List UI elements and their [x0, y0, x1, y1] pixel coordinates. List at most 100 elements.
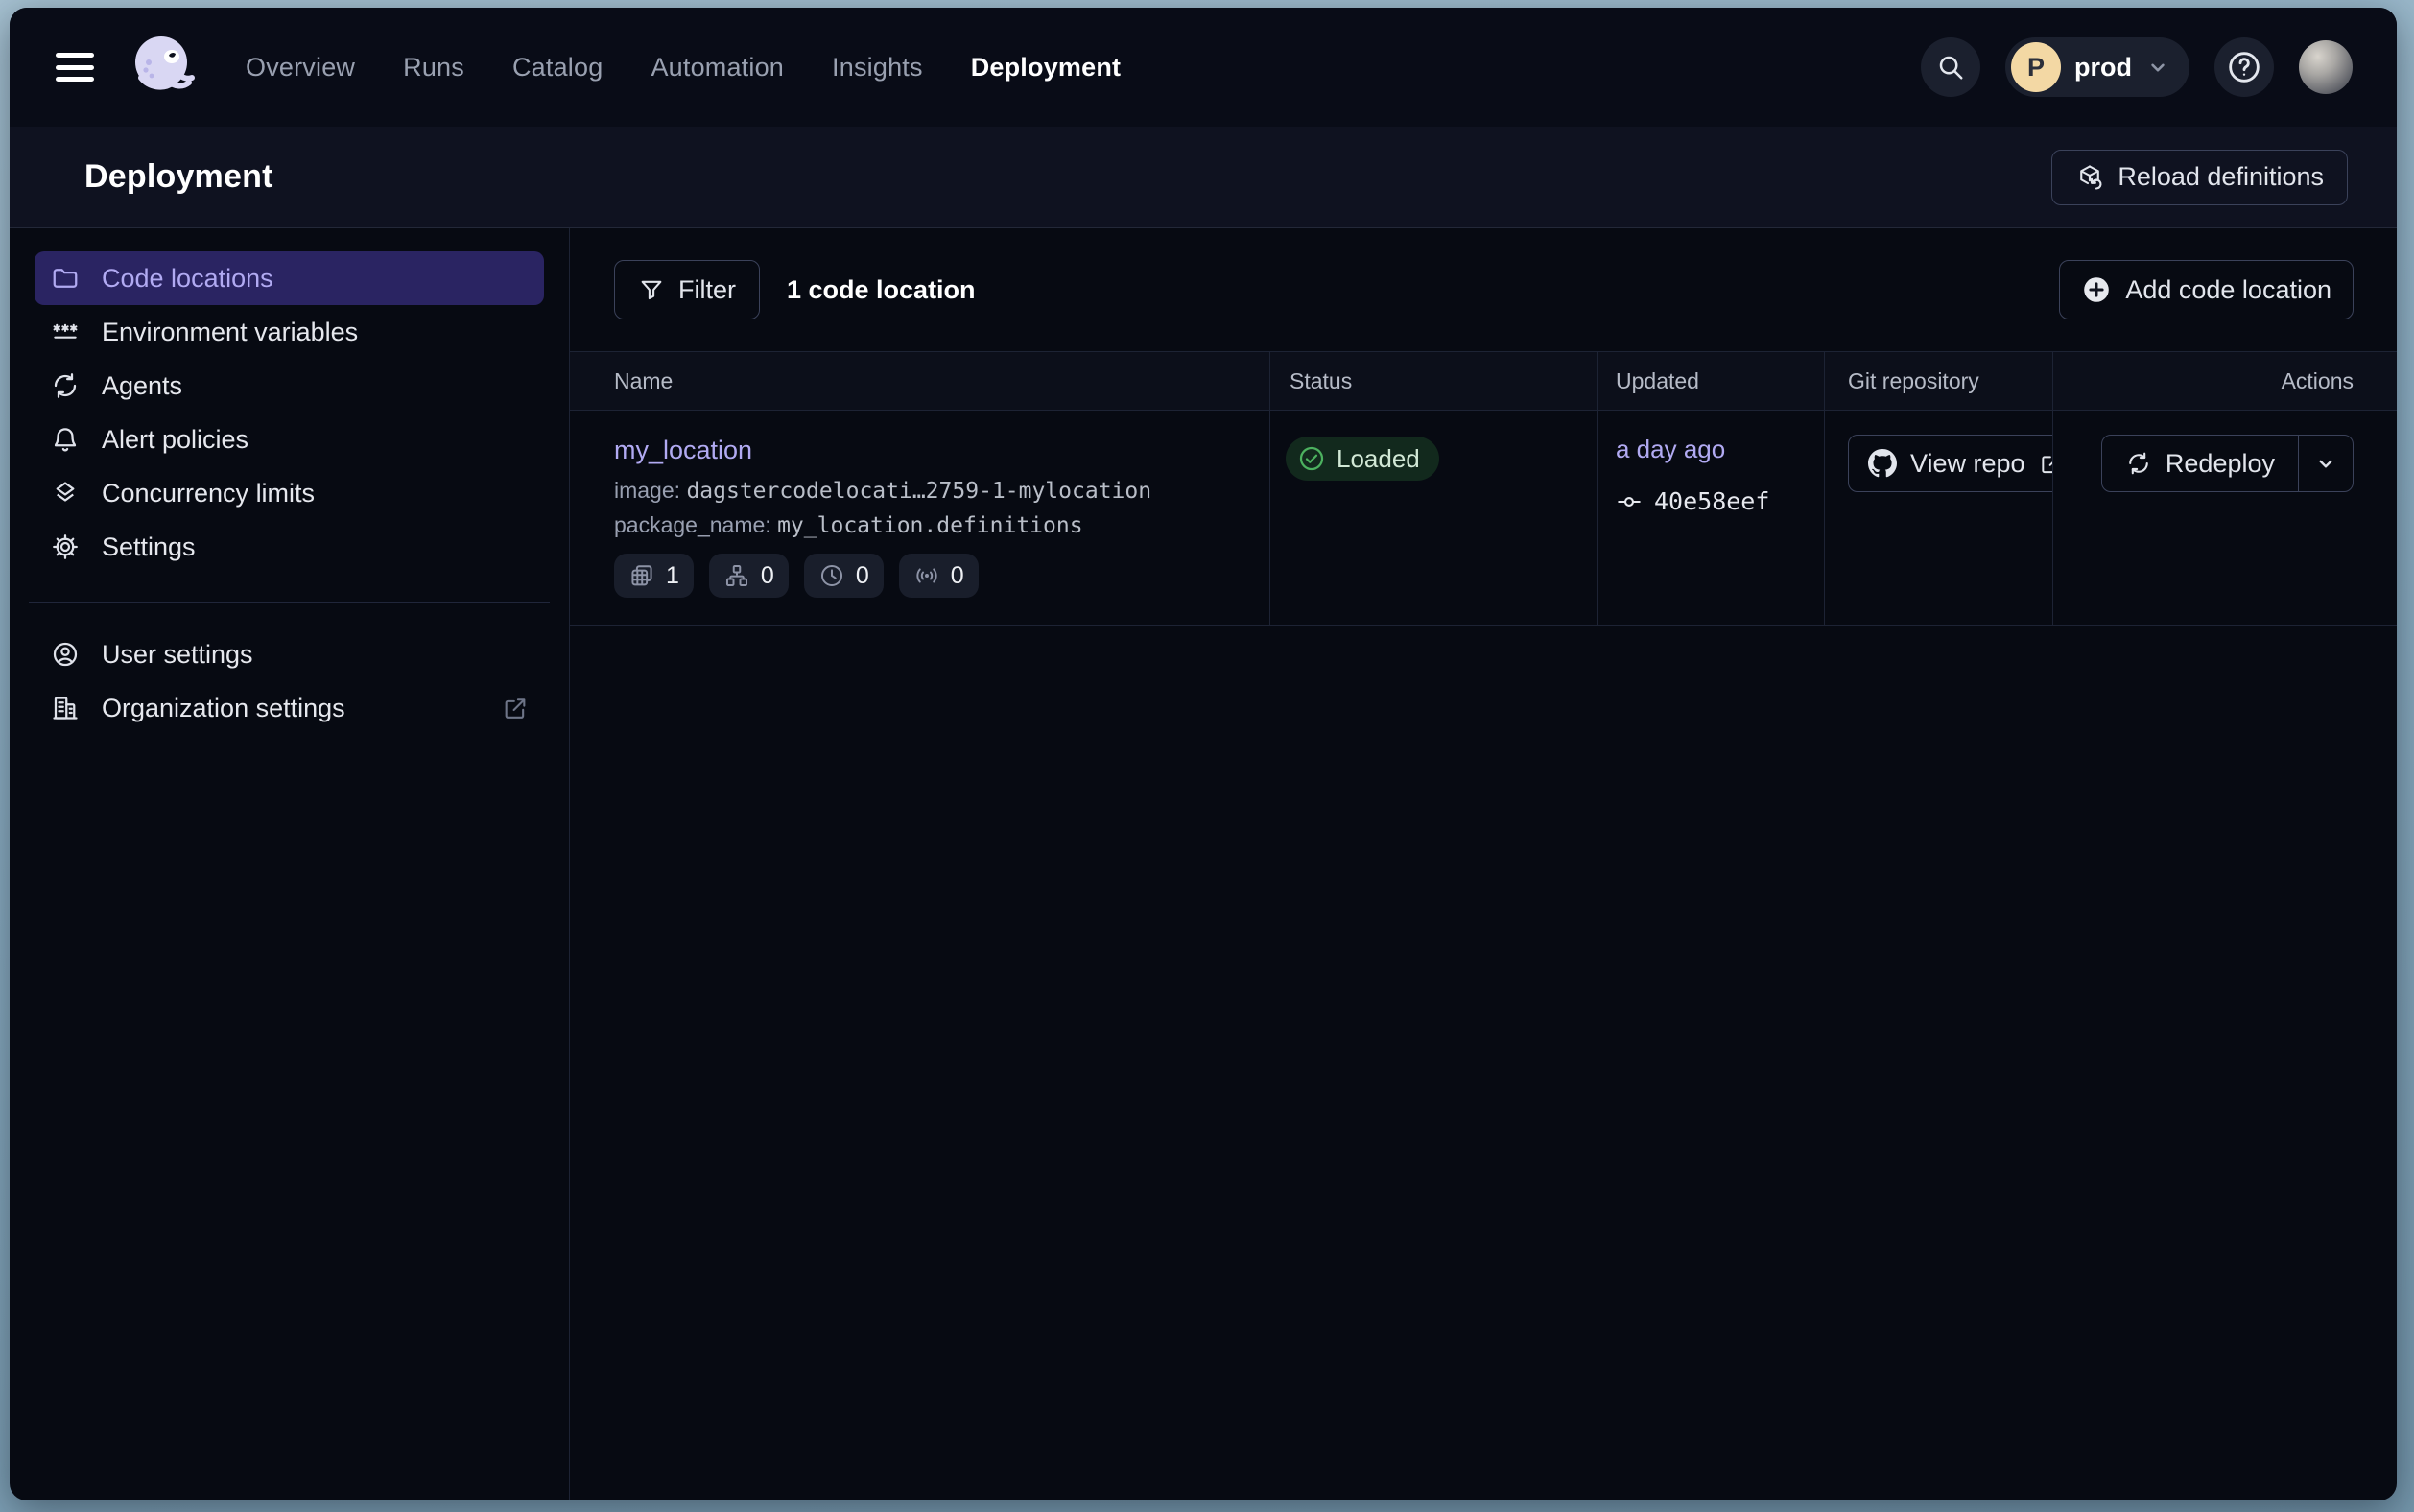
code-location-count: 1 code location — [787, 275, 976, 305]
image-value: dagstercodelocati…2759-1-mylocation — [686, 479, 1151, 504]
gear-icon — [50, 532, 81, 562]
redeploy-label: Redeploy — [2166, 449, 2275, 479]
user-icon — [50, 639, 81, 670]
sidebar-item-code-locations[interactable]: Code locations — [35, 251, 544, 305]
column-header-updated: Updated — [1598, 352, 1824, 410]
sidebar-item-label: Settings — [102, 532, 196, 562]
image-line: image: dagstercodelocati…2759-1-mylocati… — [614, 478, 1269, 504]
deployment-name: prod — [2074, 53, 2132, 83]
filter-button[interactable]: Filter — [614, 260, 760, 319]
env-vars-icon — [50, 317, 81, 347]
question-mark-icon — [2225, 48, 2263, 86]
status-badge: Loaded — [1286, 437, 1439, 481]
check-circle-icon — [1297, 444, 1326, 473]
folder-icon — [50, 263, 81, 294]
reload-definitions-label: Reload definitions — [2118, 162, 2324, 192]
sidebar-item-label: Code locations — [102, 264, 273, 294]
nav-item-overview[interactable]: Overview — [246, 53, 355, 83]
reload-cube-icon — [2075, 163, 2104, 192]
updated-time-link[interactable]: a day ago — [1616, 435, 1725, 464]
sensors-icon — [913, 562, 940, 589]
sidebar-item-label: Environment variables — [102, 318, 358, 347]
sidebar-item-organization-settings[interactable]: Organization settings — [35, 681, 544, 735]
deployment-initial-badge: P — [2011, 42, 2061, 92]
package-value: my_location.definitions — [777, 513, 1083, 538]
filter-label: Filter — [678, 275, 736, 305]
deployment-switcher[interactable]: P prod — [2005, 37, 2189, 97]
updated-cell: a day ago 40e58eef — [1598, 411, 1824, 625]
redeploy-dropdown-button[interactable] — [2299, 436, 2353, 491]
column-header-git-repository: Git repository — [1824, 352, 2052, 410]
nav-right-cluster: P prod — [1921, 37, 2353, 97]
code-locations-main: Filter 1 code location Add code location… — [570, 228, 2397, 1500]
redeploy-refresh-icon — [2125, 450, 2152, 477]
nav-item-deployment[interactable]: Deployment — [971, 53, 1122, 83]
reload-definitions-button[interactable]: Reload definitions — [2051, 150, 2348, 205]
sidebar-item-environment-variables[interactable]: Environment variables — [35, 305, 544, 359]
name-cell: my_location image: dagstercodelocati…275… — [570, 411, 1269, 625]
jobs-count-chip: 0 — [709, 554, 789, 598]
view-repo-button[interactable]: View repo — [1848, 435, 2052, 492]
sidebar-item-concurrency-limits[interactable]: Concurrency limits — [35, 466, 544, 520]
agents-icon — [50, 370, 81, 401]
primary-nav: Overview Runs Catalog Automation Insight… — [246, 53, 1121, 83]
sidebar-item-label: Organization settings — [102, 694, 345, 723]
redeploy-split-button: Redeploy — [2101, 435, 2354, 492]
column-header-actions: Actions — [2052, 352, 2397, 410]
view-repo-label: View repo — [1910, 449, 2025, 479]
schedules-count: 0 — [856, 562, 869, 590]
sensors-count: 0 — [951, 562, 964, 590]
layers-icon — [50, 478, 81, 508]
code-locations-toolbar: Filter 1 code location Add code location — [570, 228, 2397, 351]
definition-count-chips: 1 0 0 — [614, 554, 1269, 598]
nav-item-automation[interactable]: Automation — [651, 53, 784, 83]
column-header-name: Name — [570, 352, 1269, 410]
sidebar-item-agents[interactable]: Agents — [35, 359, 544, 413]
git-repository-cell: View repo — [1824, 411, 2052, 625]
table-row: my_location image: dagstercodelocati…275… — [570, 411, 2397, 626]
add-code-location-label: Add code location — [2125, 275, 2331, 305]
sidebar-item-settings[interactable]: Settings — [35, 520, 544, 574]
column-header-status: Status — [1269, 352, 1598, 410]
hamburger-menu-icon[interactable] — [56, 53, 94, 82]
search-button[interactable] — [1921, 37, 1980, 97]
page-header: Deployment Reload definitions — [10, 127, 2397, 228]
status-cell: Loaded — [1269, 411, 1598, 625]
sidebar-item-label: Agents — [102, 371, 182, 401]
jobs-count: 0 — [761, 562, 774, 590]
nav-item-catalog[interactable]: Catalog — [512, 53, 603, 83]
sensors-count-chip: 0 — [899, 554, 979, 598]
sidebar-item-alert-policies[interactable]: Alert policies — [35, 413, 544, 466]
actions-cell: Redeploy — [2052, 411, 2397, 625]
top-nav: Overview Runs Catalog Automation Insight… — [10, 8, 2397, 127]
search-icon — [1936, 53, 1965, 82]
chevron-down-icon — [2313, 451, 2338, 476]
redeploy-button[interactable]: Redeploy — [2102, 436, 2298, 491]
sidebar-item-user-settings[interactable]: User settings — [35, 627, 544, 681]
assets-icon — [628, 562, 655, 589]
user-avatar[interactable] — [2299, 40, 2353, 94]
sidebar-item-label: Alert policies — [102, 425, 248, 455]
plus-circle-icon — [2081, 274, 2112, 305]
commit-line: 40e58eef — [1616, 487, 1824, 515]
code-location-link[interactable]: my_location — [614, 436, 752, 465]
jobs-icon — [723, 562, 750, 589]
schedules-icon — [818, 562, 845, 589]
dagster-logo-icon[interactable] — [127, 31, 200, 104]
nav-item-insights[interactable]: Insights — [832, 53, 923, 83]
commit-hash: 40e58eef — [1654, 487, 1769, 515]
building-icon — [50, 693, 81, 723]
chevron-down-icon — [2145, 55, 2170, 80]
add-code-location-button[interactable]: Add code location — [2059, 260, 2354, 319]
package-label: package_name: — [614, 512, 771, 537]
schedules-count-chip: 0 — [804, 554, 884, 598]
page-title: Deployment — [84, 158, 273, 196]
nav-item-runs[interactable]: Runs — [403, 53, 464, 83]
package-line: package_name: my_location.definitions — [614, 512, 1269, 538]
github-icon — [1868, 449, 1897, 478]
help-button[interactable] — [2214, 37, 2274, 97]
sidebar-divider — [29, 602, 550, 603]
assets-count: 1 — [666, 562, 679, 590]
commit-icon — [1616, 488, 1643, 515]
sidebar-item-label: User settings — [102, 640, 253, 670]
